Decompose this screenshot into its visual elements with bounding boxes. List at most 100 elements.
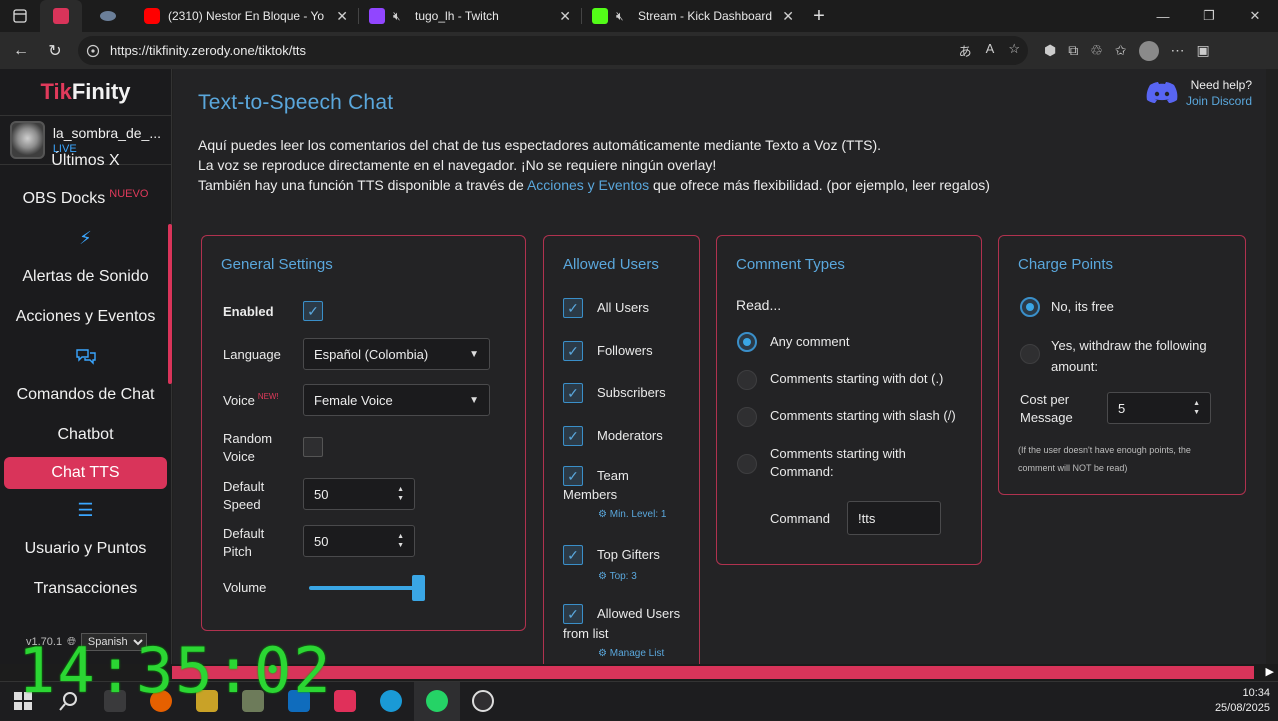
tab-title: Stream - Kick Dashboard [638, 9, 773, 23]
acciones-link[interactable]: Acciones y Eventos [527, 177, 649, 193]
tab-twitch[interactable]: 🔇︎ tugo_lh - Twitch ✕ [359, 0, 581, 32]
muted-speaker-icon[interactable]: 🔇︎ [616, 9, 630, 23]
obs-button[interactable] [460, 682, 506, 721]
discord-help[interactable]: Need help? Join Discord [1146, 77, 1252, 109]
site-info-icon[interactable] [86, 44, 100, 58]
close-tab-icon[interactable]: ✕ [336, 8, 348, 25]
voice-value: Female Voice [314, 392, 393, 408]
reload-button[interactable]: ↻ [40, 36, 70, 66]
withdraw-radio[interactable] [1020, 344, 1040, 364]
site-favicon-icon [100, 11, 116, 21]
sidebar-item-chat-tts[interactable]: Chat TTS [4, 457, 167, 489]
close-window-icon[interactable]: ✕ [1232, 0, 1278, 32]
sidebar-item-acciones[interactable]: Acciones y Eventos [0, 297, 171, 337]
share-icon[interactable]: ▣ [1197, 42, 1210, 59]
manage-list-link[interactable]: ⚙︎ Manage List [598, 648, 664, 659]
kick-favicon-icon [592, 8, 608, 24]
translate-icon[interactable]: あ [959, 41, 972, 60]
tab-unknown[interactable] [82, 0, 134, 32]
back-button[interactable]: ← [6, 36, 36, 66]
edge-button[interactable] [368, 682, 414, 721]
tikfinity-logo[interactable]: Tik Finity [0, 69, 171, 115]
moderators-checkbox[interactable]: ✓ [563, 426, 583, 446]
clock-time: 10:34 [1242, 687, 1270, 699]
language-select[interactable]: Español (Colombia) ▼ [303, 338, 490, 370]
command-comment-label: Comments starting with Command: [770, 445, 906, 481]
team-level-link[interactable]: ⚙︎ Min. Level: 1 [598, 509, 666, 520]
sidebar-item-chatbot[interactable]: Chatbot [0, 415, 171, 455]
sidebar-item-alertas[interactable]: Alertas de Sonido [0, 257, 171, 297]
sidebar-item-transacciones[interactable]: Transacciones [0, 569, 171, 609]
top-gifters-settings-link[interactable]: ⚙︎ Top: 3 [598, 571, 637, 582]
extension-shield-icon[interactable]: ⬢ [1044, 42, 1056, 59]
sidebar-item-obs-docks[interactable]: OBS Docks NUEVO [0, 179, 171, 219]
join-discord-link[interactable]: Join Discord [1186, 93, 1252, 109]
all-users-checkbox[interactable]: ✓ [563, 298, 583, 318]
tab-kick[interactable]: 🔇︎ Stream - Kick Dashboard ✕ [582, 0, 804, 32]
description: Aquí puedes leer los comentarios del cha… [198, 135, 990, 195]
volume-slider-thumb[interactable] [412, 575, 425, 601]
overlay-clock: 14:35:02 [18, 634, 333, 707]
team-members-label-2: Members [563, 487, 618, 502]
command-comment-radio[interactable] [737, 454, 757, 474]
tikfinity-favicon-icon [53, 8, 69, 24]
tab-actions-button[interactable] [0, 0, 40, 32]
extensions-icon[interactable]: ⧉ [1068, 42, 1078, 59]
enabled-label: Enabled [223, 304, 274, 319]
random-voice-checkbox[interactable] [303, 437, 323, 457]
caret-down-icon: ▼ [469, 394, 479, 406]
favorites-icon[interactable]: ✩ [1115, 42, 1127, 59]
read-aloud-icon[interactable]: A [986, 41, 995, 60]
slash-comment-radio[interactable] [737, 407, 757, 427]
any-comment-radio[interactable] [737, 332, 757, 352]
top-gifters-checkbox[interactable]: ✓ [563, 545, 583, 565]
speed-stepper[interactable]: 50 ▲ ▼ [303, 478, 415, 510]
profile-avatar-icon[interactable] [1138, 40, 1159, 61]
more-menu-icon[interactable]: ⋯ [1171, 42, 1185, 59]
whatsapp-button[interactable] [414, 681, 460, 721]
voice-select[interactable]: Female Voice ▼ [303, 384, 490, 416]
performance-icon[interactable]: ♲ [1090, 42, 1103, 59]
youtube-favicon-icon [144, 8, 160, 24]
allowed-list-checkbox[interactable]: ✓ [563, 604, 583, 624]
sidebar-item-ultimos[interactable]: Últimos X [0, 143, 171, 179]
enabled-checkbox[interactable]: ✓ [303, 301, 323, 321]
favorite-star-icon[interactable]: ☆ [1008, 41, 1020, 60]
close-tab-icon[interactable]: ✕ [782, 8, 794, 25]
scroll-right-icon[interactable]: ▶ [1266, 665, 1274, 678]
sidebar-scrollbar[interactable] [168, 224, 172, 384]
minimize-icon[interactable]: — [1140, 0, 1186, 32]
withdraw-label: Yes, withdraw the following amount: [1051, 335, 1207, 377]
cost-stepper[interactable]: 5 ▲ ▼ [1107, 392, 1211, 424]
cost-label-2: Message [1020, 410, 1073, 425]
twitch-favicon-icon [369, 8, 385, 24]
team-members-checkbox[interactable]: ✓ [563, 466, 583, 486]
pitch-stepper[interactable]: 50 ▲ ▼ [303, 525, 415, 557]
tab-youtube[interactable]: (2310) Nestor En Bloque - Yo Ma ✕ [134, 0, 358, 32]
muted-speaker-icon[interactable]: 🔇︎ [393, 9, 407, 23]
sidebar-item-label: Comandos de Chat [16, 386, 155, 403]
tab-tikfinity[interactable] [40, 0, 82, 32]
free-radio[interactable] [1020, 297, 1040, 317]
new-tab-button[interactable]: + [804, 5, 834, 28]
restore-icon[interactable]: ❐ [1186, 0, 1232, 32]
spinner-arrows-icon[interactable]: ▲ ▼ [1193, 399, 1200, 417]
sidebar-item-usuario[interactable]: Usuario y Puntos [0, 529, 171, 569]
help-need-text: Need help? [1190, 78, 1252, 92]
card-title: Allowed Users [563, 256, 659, 273]
volume-slider-track[interactable] [309, 586, 419, 590]
url-actions: あ A ☆ [959, 41, 1020, 60]
close-tab-icon[interactable]: ✕ [559, 8, 571, 25]
command-input[interactable]: !tts [847, 501, 941, 535]
subscribers-checkbox[interactable]: ✓ [563, 383, 583, 403]
sidebar-item-label: Transacciones [33, 580, 138, 597]
url-field[interactable]: https://tikfinity.zerody.one/tiktok/tts … [78, 36, 1028, 65]
sidebar-item-comandos[interactable]: Comandos de Chat [0, 375, 171, 415]
scrollbar-thumb[interactable] [172, 666, 1254, 679]
dot-comment-radio[interactable] [737, 370, 757, 390]
system-clock[interactable]: 10:34 25/08/2025 [1215, 686, 1270, 716]
checkmark-icon: ✓ [567, 384, 579, 401]
spinner-arrows-icon[interactable]: ▲ ▼ [397, 485, 404, 503]
followers-checkbox[interactable]: ✓ [563, 341, 583, 361]
spinner-arrows-icon[interactable]: ▲ ▼ [397, 532, 404, 550]
